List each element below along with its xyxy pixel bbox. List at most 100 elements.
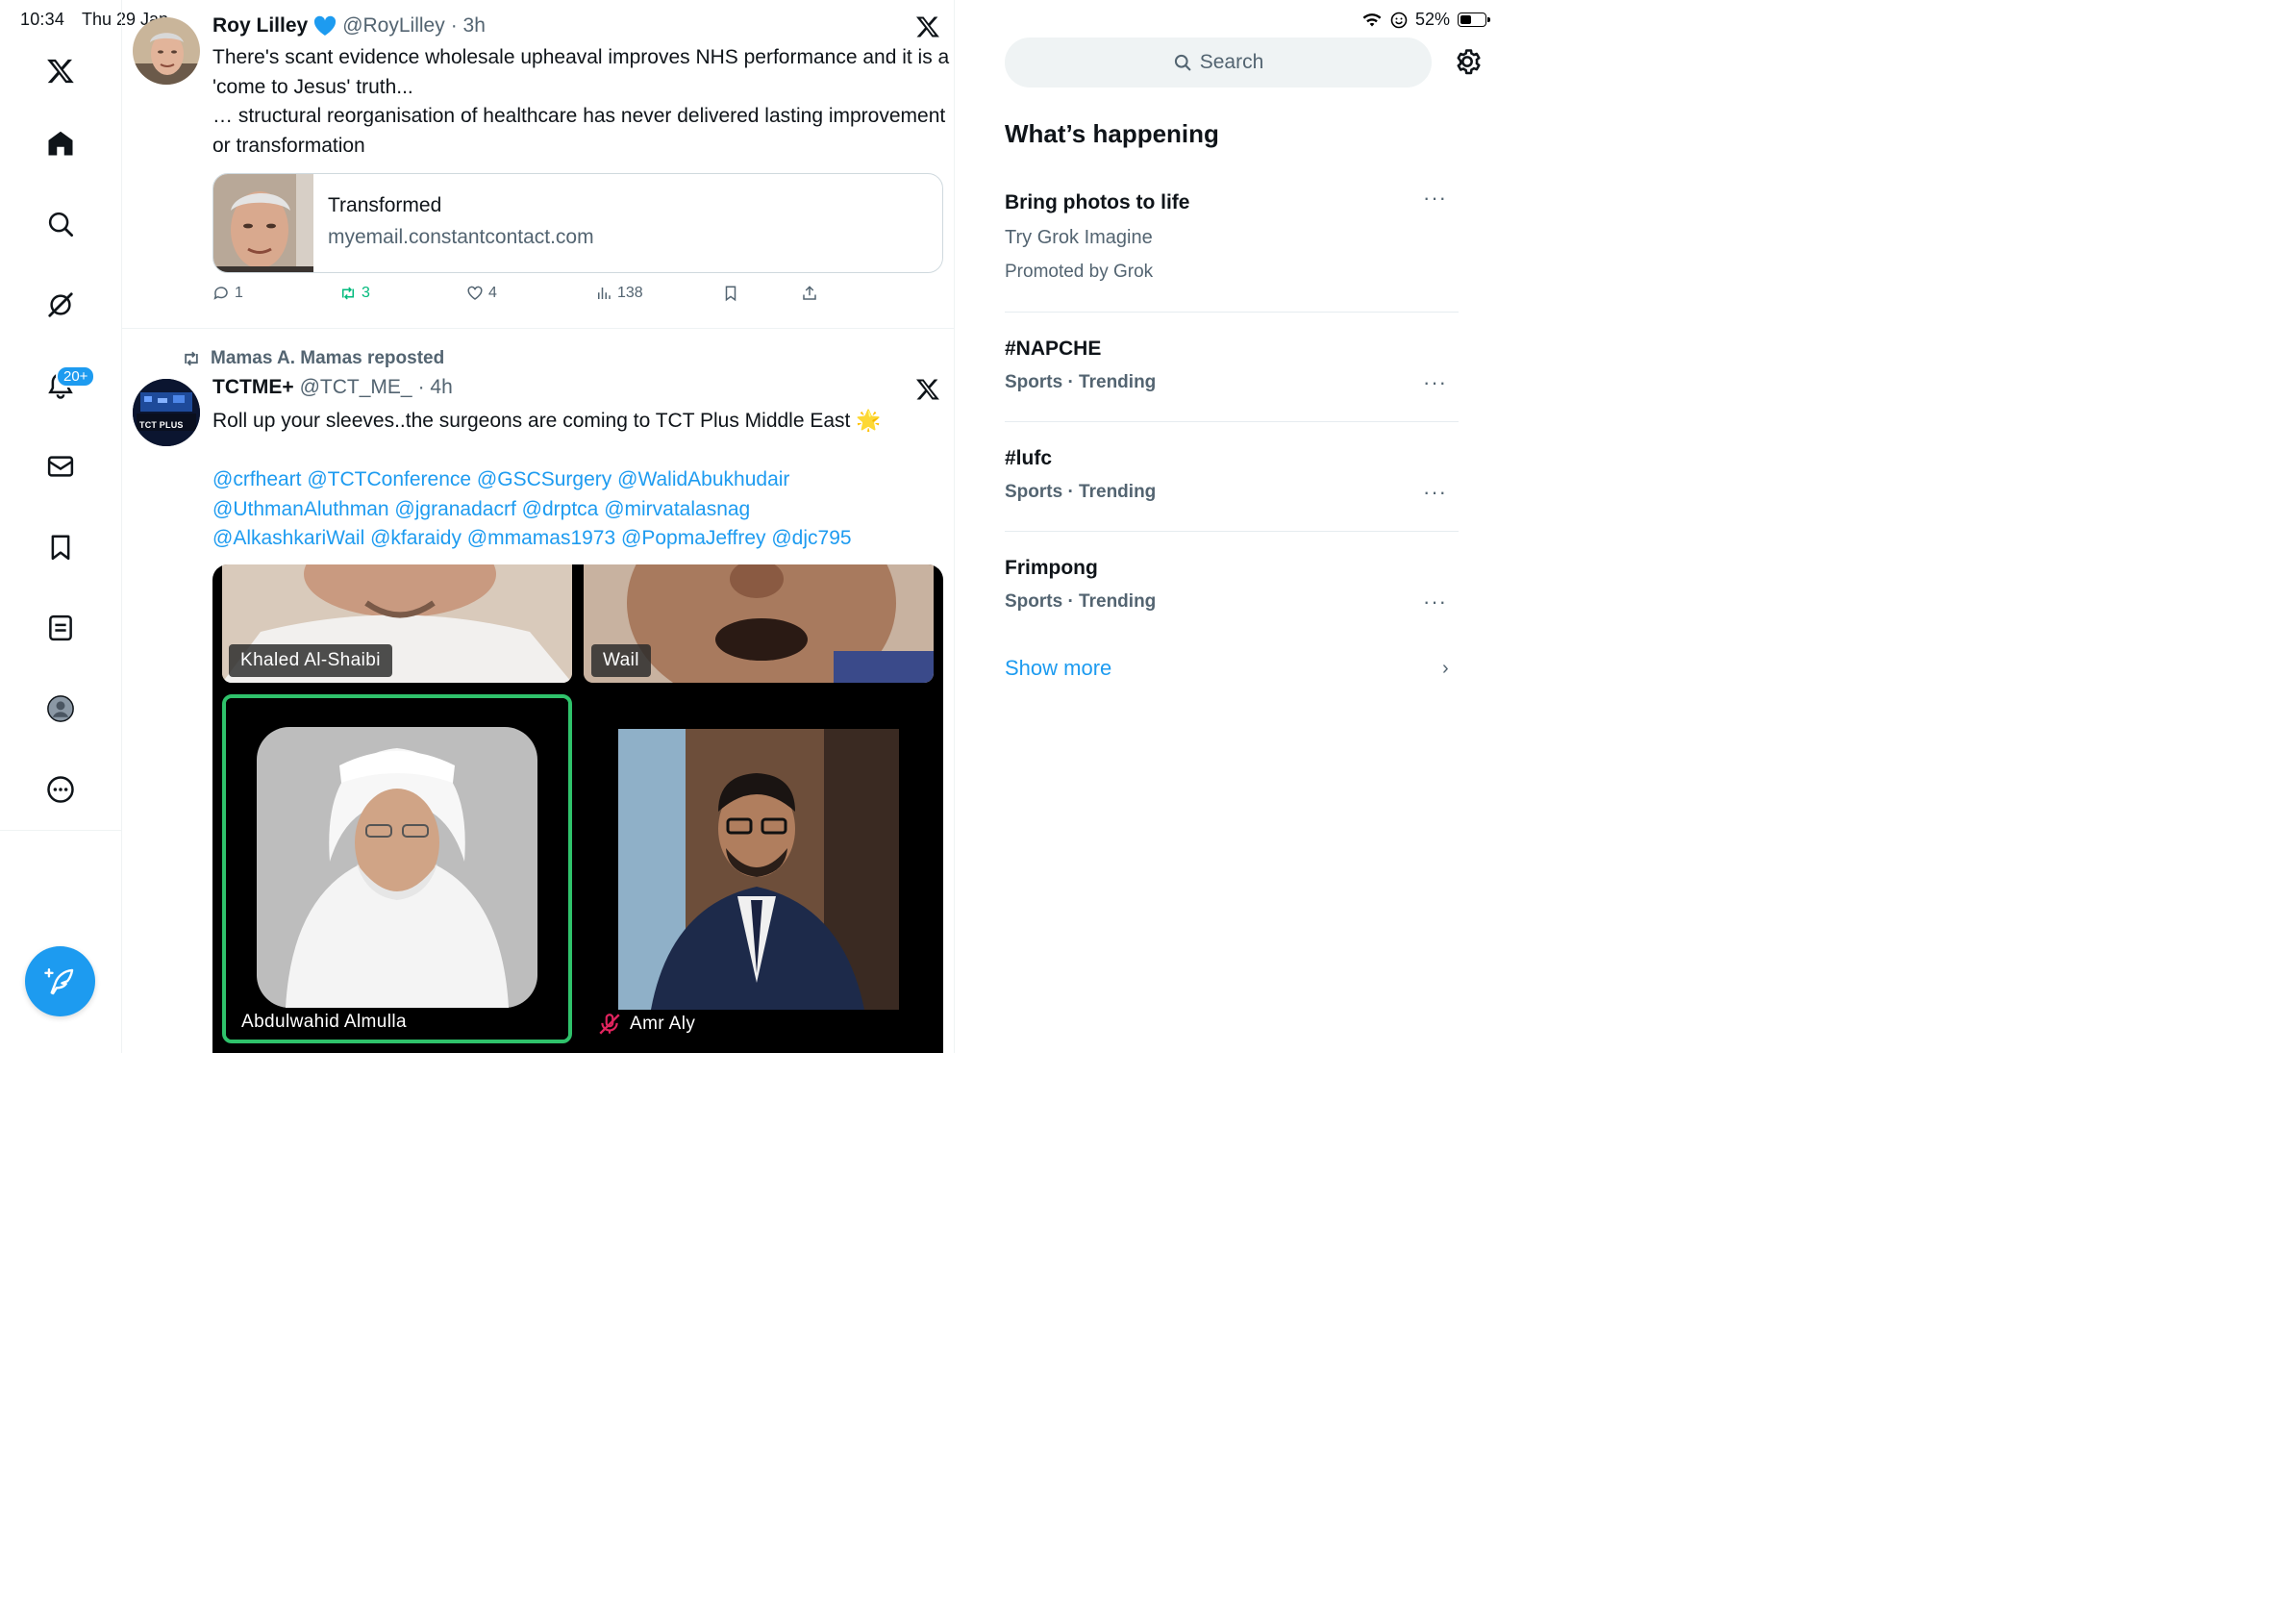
mention-link[interactable]: @GSCSurgery (477, 468, 611, 490)
search-placeholder: Search (1199, 51, 1264, 73)
author-handle[interactable]: @TCT_ME_ (300, 376, 412, 399)
trend-name: Frimpong (1005, 557, 1098, 579)
more-options-icon[interactable]: ··· (1423, 480, 1447, 505)
focus-icon (1390, 12, 1408, 28)
avatar-logo-text: TCT PLUS (139, 420, 184, 430)
search-icon[interactable] (38, 202, 83, 246)
repost-icon (342, 287, 354, 300)
tweet-actions: 1 3 4 138 (212, 285, 943, 306)
post-time[interactable]: · 3h (451, 14, 486, 38)
reply-button[interactable]: 1 (212, 285, 243, 302)
mention-link[interactable]: @mirvatalasnag (604, 498, 750, 520)
participant-name: Khaled Al-Shaibi (229, 644, 392, 677)
tweet-header: Roy Lilley @RoyLilley · 3h (212, 14, 486, 38)
wifi-icon (1362, 13, 1382, 26)
video-call-tile: Amr Aly (584, 694, 934, 1043)
search-icon (1174, 54, 1191, 71)
promo-meta: Promoted by Grok (1005, 262, 1154, 282)
tweet-header: TCTME+ @TCT_ME_ · 4h (212, 376, 453, 399)
profile-avatar-icon[interactable] (38, 687, 83, 731)
left-navigation: 20+ (0, 0, 122, 1053)
repost-button[interactable]: 3 (339, 285, 370, 302)
views-count: 138 (617, 285, 643, 301)
battery-icon (1458, 13, 1490, 27)
share-button[interactable] (801, 285, 818, 302)
repost-icon (185, 351, 198, 366)
grok-icon[interactable] (38, 283, 83, 327)
trend-item[interactable]: Frimpong Sports · Trending ··· (1005, 557, 1459, 614)
bookmarks-icon[interactable] (38, 525, 83, 569)
like-button[interactable]: 4 (466, 285, 497, 302)
like-count: 4 (488, 285, 497, 301)
mention-link[interactable]: @PopmaJeffrey (621, 527, 766, 549)
grok-x-icon[interactable] (915, 14, 940, 39)
promoted-trend[interactable]: Bring photos to life Try Grok Imagine Pr… (1005, 186, 1459, 283)
views-icon (598, 288, 611, 299)
mention-link[interactable]: @djc795 (771, 527, 851, 549)
more-options-icon[interactable]: ··· (1423, 589, 1447, 614)
link-card-thumbnail (213, 174, 313, 272)
x-logo-icon[interactable] (38, 49, 83, 93)
nav-divider (0, 830, 122, 831)
mention-link[interactable]: @WalidAbukhudair (617, 468, 789, 490)
tweet-text: Roll up your sleeves..the surgeons are c… (212, 410, 882, 432)
lists-icon[interactable] (38, 606, 83, 650)
mention-link[interactable]: @crfheart (212, 468, 302, 490)
messages-icon[interactable] (38, 444, 83, 489)
more-options-icon[interactable]: ··· (1423, 186, 1447, 211)
author-avatar[interactable]: TCT PLUS (133, 379, 200, 446)
mention-link[interactable]: @drptca (522, 498, 599, 520)
bookmark-button[interactable] (722, 285, 739, 302)
repost-count: 3 (362, 285, 370, 301)
author-name[interactable]: TCTME+ (212, 376, 294, 399)
notification-badge: 20+ (56, 365, 96, 388)
blue-heart-icon (314, 15, 337, 36)
mention-link[interactable]: @jgranadacrf (394, 498, 515, 520)
chevron-right-icon[interactable]: › (1442, 658, 1449, 680)
mention-link[interactable]: @kfaraidy (370, 527, 462, 549)
more-options-icon[interactable]: ··· (1423, 370, 1447, 395)
compose-post-button[interactable] (25, 946, 95, 1016)
trend-item[interactable]: #NAPCHE Sports · Trending ··· (1005, 338, 1459, 395)
participant-label: Amr Aly (597, 1012, 695, 1037)
repost-context: Mamas A. Mamas reposted (182, 348, 444, 369)
promo-title: Bring photos to life (1005, 191, 1190, 213)
participant-name: Amr Aly (630, 1014, 696, 1034)
link-card-title: Transformed (328, 194, 442, 216)
video-call-tile: Khaled Al-Shaibi (222, 564, 572, 683)
settings-gear-icon[interactable] (1452, 46, 1483, 77)
compose-quill-icon (43, 967, 73, 994)
more-options-icon[interactable] (38, 767, 83, 812)
status-indicators: 52% (1361, 10, 1490, 30)
tweet-divider (122, 328, 955, 329)
reply-count: 1 (235, 285, 243, 301)
mention-link[interactable]: @AlkashkariWail (212, 527, 364, 549)
participant-name: Wail (591, 644, 651, 677)
tweet-text: There's scant evidence wholesale upheava… (212, 46, 950, 157)
trend-item[interactable]: #lufc Sports · Trending ··· (1005, 447, 1459, 505)
video-call-tile: Wail (584, 564, 934, 683)
post-time[interactable]: · 4h (418, 376, 453, 399)
video-call-tile-active-speaker: Abdulwahid Almulla (222, 694, 572, 1043)
trend-meta: Sports · Trending (1005, 591, 1157, 612)
show-more-link[interactable]: Show more (1005, 656, 1111, 681)
share-icon (803, 286, 816, 300)
author-name[interactable]: Roy Lilley (212, 14, 308, 38)
home-icon[interactable] (38, 121, 83, 165)
bookmark-icon (725, 286, 736, 302)
trend-name: #NAPCHE (1005, 338, 1102, 360)
tweet-media-image[interactable]: Khaled Al-Shaibi Wail Abdulwahid Almulla… (212, 564, 943, 1053)
mention-link[interactable]: @TCTConference (307, 468, 471, 490)
author-avatar[interactable] (133, 17, 200, 85)
tweet-mentions: @crfheart @TCTConference @GSCSurgery @Wa… (212, 465, 953, 554)
mention-link[interactable]: @mmamas1973 (467, 527, 615, 549)
participant-name: Abdulwahid Almulla (241, 1012, 407, 1032)
reposted-by[interactable]: Mamas A. Mamas reposted (211, 348, 444, 369)
search-input[interactable]: Search (1005, 38, 1432, 88)
trend-divider (1005, 421, 1459, 422)
mention-link[interactable]: @UthmanAluthman (212, 498, 389, 520)
link-card[interactable]: Transformed myemail.constantcontact.com (212, 173, 943, 273)
views-button[interactable]: 138 (595, 285, 643, 302)
grok-x-icon[interactable] (915, 377, 940, 402)
author-handle[interactable]: @RoyLilley (342, 14, 445, 38)
